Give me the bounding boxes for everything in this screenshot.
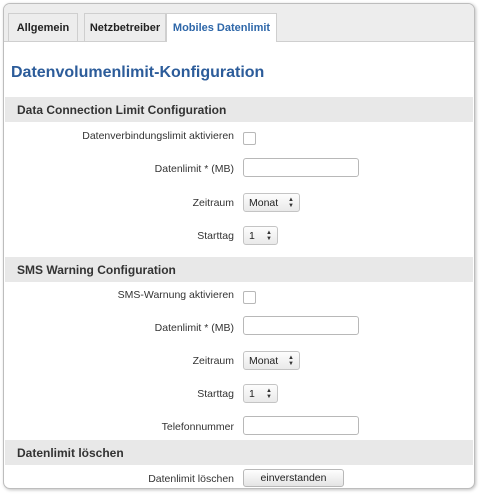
data-period-label: Zeitraum: [192, 197, 234, 209]
data-period-value: Monat: [249, 196, 279, 209]
data-period-select[interactable]: Monat ▲ ▼: [243, 193, 300, 212]
sms-period-select[interactable]: Monat ▲ ▼: [243, 351, 300, 370]
sms-enable-checkbox[interactable]: [243, 291, 256, 304]
phone-number-input[interactable]: [243, 416, 359, 435]
select-arrows-icon: ▲ ▼: [288, 355, 294, 367]
sms-enable-label: SMS-Warnung aktivieren: [117, 289, 234, 301]
tab-mobiles-datenlimit[interactable]: Mobiles Datenlimit: [166, 13, 277, 42]
select-arrows-icon: ▲ ▼: [266, 388, 272, 400]
phone-number-label: Telefonnummer: [161, 421, 234, 433]
sms-limit-mb-input[interactable]: [243, 316, 359, 335]
sms-period-label: Zeitraum: [192, 355, 234, 367]
section-header-data-limit: Data Connection Limit Configuration: [5, 97, 473, 122]
tab-allgemein[interactable]: Allgemein: [8, 13, 78, 41]
tab-netzbetreiber[interactable]: Netzbetreiber: [84, 13, 166, 41]
sms-start-day-value: 1: [249, 387, 255, 400]
data-start-day-label: Starttag: [197, 230, 234, 242]
sms-start-day-label: Starttag: [197, 388, 234, 400]
confirm-clear-button[interactable]: einverstanden: [243, 469, 344, 487]
data-limit-mb-label: Datenlimit * (MB): [154, 163, 234, 175]
sms-period-value: Monat: [249, 354, 279, 367]
data-limit-mb-input[interactable]: [243, 158, 359, 177]
select-arrows-icon: ▲ ▼: [288, 197, 294, 209]
data-start-day-value: 1: [249, 229, 255, 242]
app-window: Allgemein Netzbetreiber Mobiles Datenlim…: [3, 3, 475, 489]
section-header-clear-limit: Datenlimit löschen: [5, 440, 473, 465]
data-limit-enable-checkbox[interactable]: [243, 132, 256, 145]
data-start-day-select[interactable]: 1 ▲ ▼: [243, 226, 278, 245]
tab-bar: Allgemein Netzbetreiber Mobiles Datenlim…: [4, 4, 474, 42]
page-title: Datenvolumenlimit-Konfiguration: [11, 64, 265, 81]
sms-limit-mb-label: Datenlimit * (MB): [154, 322, 234, 334]
section-header-sms-warning: SMS Warning Configuration: [5, 257, 473, 282]
select-arrows-icon: ▲ ▼: [266, 230, 272, 242]
clear-limit-label: Datenlimit löschen: [148, 473, 234, 485]
data-limit-enable-label: Datenverbindungslimit aktivieren: [82, 130, 234, 142]
sms-start-day-select[interactable]: 1 ▲ ▼: [243, 384, 278, 403]
